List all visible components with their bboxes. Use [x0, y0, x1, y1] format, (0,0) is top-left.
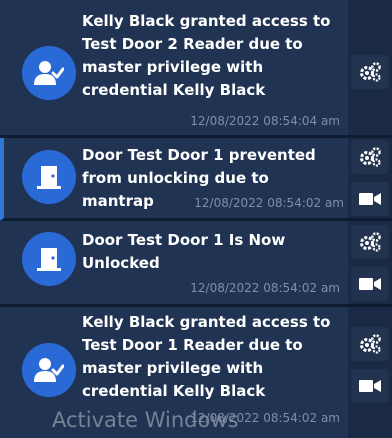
video-camera-icon[interactable]	[351, 267, 389, 301]
event-actions	[348, 0, 392, 135]
gears-icon[interactable]	[351, 225, 389, 259]
activate-windows-watermark: Activate Windows	[52, 408, 239, 432]
event-actions	[348, 221, 392, 304]
event-item[interactable]: Door Test Door 1 Is Now Unlocked 12/08/2…	[0, 221, 392, 307]
door-icon	[22, 232, 76, 286]
user-check-icon	[22, 46, 76, 100]
event-message: Door Test Door 1 Is Now Unlocked	[82, 231, 286, 272]
event-timestamp: 12/08/2022 08:54:02 am	[190, 281, 340, 295]
event-message: Kelly Black granted access to Test Door …	[82, 12, 331, 99]
gears-icon[interactable]	[351, 327, 389, 361]
event-item[interactable]: Kelly Black granted access to Test Door …	[0, 0, 392, 138]
gears-icon[interactable]	[351, 55, 389, 89]
event-timestamp: 12/08/2022 08:54:02 am	[194, 196, 344, 210]
event-message: Kelly Black granted access to Test Door …	[82, 313, 331, 400]
event-item[interactable]: Door Test Door 1 prevented from unlockin…	[0, 138, 392, 221]
event-timestamp: 12/08/2022 08:54:04 am	[190, 114, 340, 128]
door-icon	[22, 150, 76, 204]
event-actions	[348, 307, 392, 438]
event-actions	[348, 138, 392, 218]
event-feed: Kelly Black granted access to Test Door …	[0, 0, 392, 438]
video-camera-icon[interactable]	[351, 369, 389, 403]
gears-icon[interactable]	[351, 140, 389, 174]
user-check-icon	[22, 343, 76, 397]
video-camera-icon[interactable]	[351, 182, 389, 216]
